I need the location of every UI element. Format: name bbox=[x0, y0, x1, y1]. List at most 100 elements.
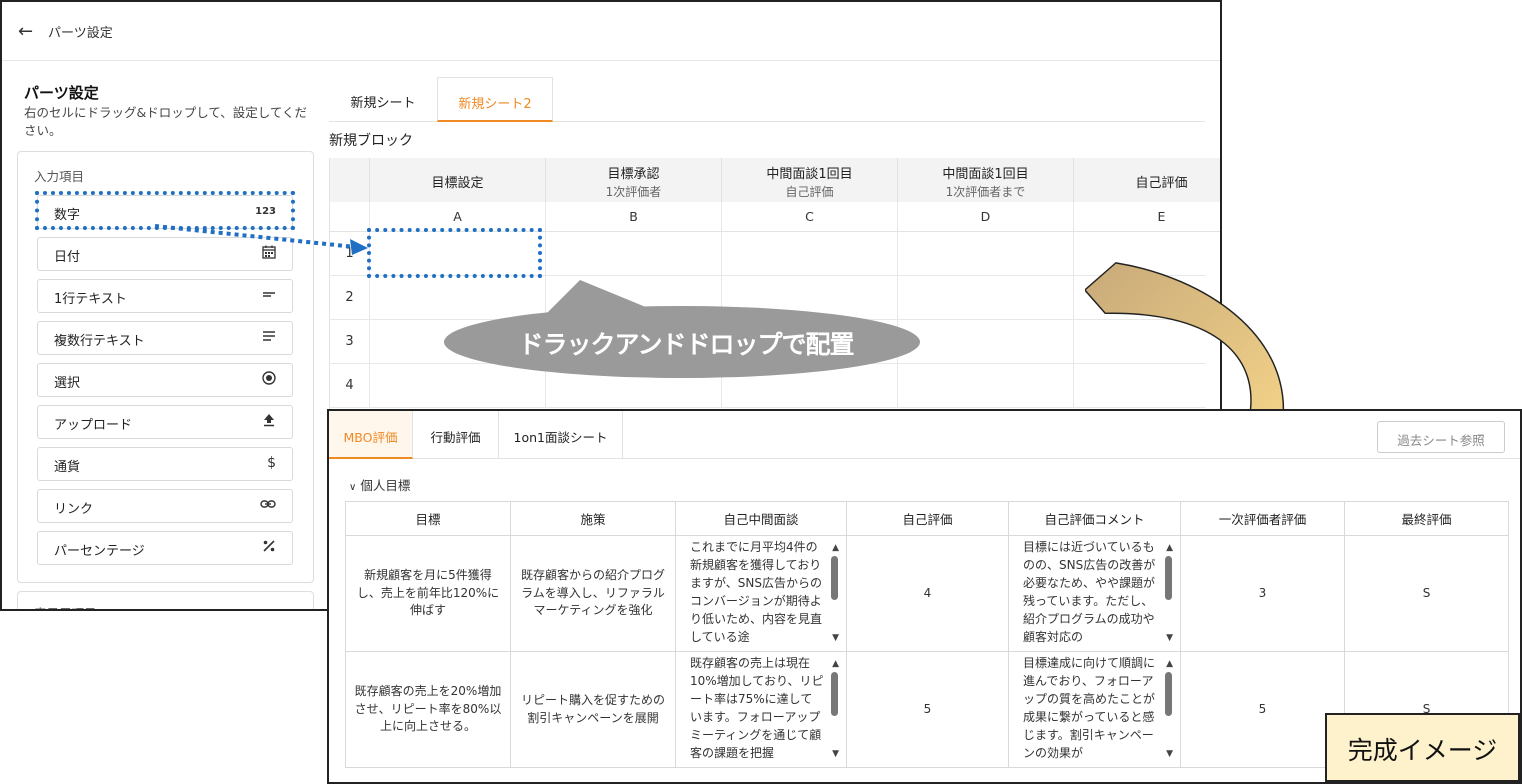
input-parts-label: 入力項目 bbox=[34, 169, 85, 184]
part-label: 選択 bbox=[54, 376, 81, 391]
table-header: 最終評価 bbox=[1344, 501, 1509, 536]
part-upload[interactable]: アップロード bbox=[37, 405, 293, 439]
part-multiline-text[interactable]: 複数行テキスト bbox=[37, 321, 293, 355]
table-header: 施策 bbox=[510, 501, 676, 536]
column-subtitle: 自己評価 bbox=[785, 185, 834, 199]
section-title: 個人目標 bbox=[360, 478, 411, 493]
top-bar: ← パーツ設定 bbox=[2, 2, 1220, 61]
grid-corner bbox=[330, 158, 370, 202]
interview-cell[interactable]: これまでに月平均4件の新規顧客を獲得しておりますが、SNS広告からのコンバージョ… bbox=[675, 535, 847, 652]
drag-arrow-icon bbox=[154, 224, 368, 255]
column-letter: E bbox=[1074, 202, 1220, 232]
scroll-up-icon[interactable]: ▲ bbox=[1166, 540, 1173, 558]
scroll-down-icon[interactable]: ▼ bbox=[1166, 630, 1173, 648]
row-number: 3 bbox=[330, 320, 370, 364]
goal-cell: 既存顧客の売上を20%増加させ、リピート率を80%以上に向上させる。 bbox=[345, 651, 511, 768]
back-arrow-icon[interactable]: ← bbox=[18, 21, 33, 42]
row-number: 2 bbox=[330, 276, 370, 320]
column-title: 中間面談1回目 bbox=[766, 167, 853, 182]
tab-new-sheet[interactable]: 新規シート bbox=[329, 77, 437, 122]
row-number: 4 bbox=[330, 364, 370, 408]
percent-icon bbox=[262, 539, 276, 557]
table-header: 自己評価 bbox=[846, 501, 1009, 536]
part-select[interactable]: 選択 bbox=[37, 363, 293, 397]
column-letter: C bbox=[722, 202, 898, 232]
topbar-title: パーツ設定 bbox=[48, 26, 113, 41]
scroll-up-icon[interactable]: ▲ bbox=[832, 656, 839, 674]
first-evaluator-cell: 3 bbox=[1180, 535, 1345, 652]
part-label: 複数行テキスト bbox=[54, 334, 145, 349]
scrollbar-thumb[interactable] bbox=[831, 556, 838, 600]
interview-text: これまでに月平均4件の新規顧客を獲得しておりますが、SNS広告からのコンバージョ… bbox=[690, 540, 823, 644]
measure-cell: 既存顧客からの紹介プログラムを導入し、リファラルマーケティングを強化 bbox=[510, 535, 676, 652]
multiline-text-icon bbox=[262, 329, 276, 347]
column-header[interactable]: 目標設定 bbox=[370, 158, 546, 202]
completion-label: 完成イメージ bbox=[1325, 713, 1520, 782]
column-header[interactable]: 目標承認 1次評価者 bbox=[546, 158, 722, 202]
part-link[interactable]: リンク bbox=[37, 489, 293, 523]
interview-cell[interactable]: 既存顧客の売上は現在10%増加しており、リピート率は75%に達しています。フォロ… bbox=[675, 651, 847, 768]
chevron-down-icon: ∨ bbox=[349, 482, 357, 493]
table-header: 自己中間面談 bbox=[675, 501, 847, 536]
part-label: 通貨 bbox=[54, 460, 81, 475]
callout-text: ドラックアンドドロップで配置 bbox=[518, 330, 854, 359]
panel-description: 右のセルにドラッグ&ドロップして、設定してください。 bbox=[24, 105, 307, 138]
part-label: 日付 bbox=[54, 250, 81, 265]
part-single-line-text[interactable]: 1行テキスト bbox=[37, 279, 293, 313]
panel-title: パーツ設定 bbox=[24, 84, 99, 102]
evaluation-tabs: MBO評価 行動評価 1on1面談シート bbox=[329, 411, 1520, 459]
column-letter: D bbox=[898, 202, 1074, 232]
scrollbar-thumb[interactable] bbox=[1165, 672, 1172, 716]
self-comment-cell[interactable]: 目標には近づいているものの、SNS広告の改善が必要なため、やや課題が残っています… bbox=[1008, 535, 1181, 652]
sheet-tabs: 新規シート 新規シート2 bbox=[329, 77, 1205, 122]
self-comment-text: 目標達成に向けて順調に進んでおり、フォローアップの質を高めたことが成果に繋がって… bbox=[1023, 656, 1156, 760]
column-header[interactable]: 中間面談1回目 1次評価者まで bbox=[898, 158, 1074, 202]
scrollbar-thumb[interactable] bbox=[1165, 556, 1172, 600]
scroll-down-icon[interactable]: ▼ bbox=[832, 630, 839, 648]
column-header[interactable]: 中間面談1回目 自己評価 bbox=[722, 158, 898, 202]
table-header-row: 目標 施策 自己中間面談 自己評価 自己評価コメント 一次評価者評価 最終評価 bbox=[345, 501, 1509, 536]
tab-behavior[interactable]: 行動評価 bbox=[413, 411, 499, 459]
tab-new-sheet-2[interactable]: 新規シート2 bbox=[437, 77, 553, 122]
column-letter: B bbox=[546, 202, 722, 232]
self-comment-text: 目標には近づいているものの、SNS広告の改善が必要なため、やや課題が残っています… bbox=[1023, 540, 1156, 644]
part-currency[interactable]: 通貨 $ bbox=[37, 447, 293, 481]
goal-cell: 新規顧客を月に5件獲得し、売上を前年比120%に伸ばす bbox=[345, 535, 511, 652]
scrollbar-thumb[interactable] bbox=[831, 672, 838, 716]
scroll-down-icon[interactable]: ▼ bbox=[1166, 746, 1173, 764]
dollar-icon: $ bbox=[267, 455, 276, 471]
scroll-up-icon[interactable]: ▲ bbox=[1166, 656, 1173, 674]
display-parts-label: 表示用項目 bbox=[34, 603, 97, 609]
scroll-down-icon[interactable]: ▼ bbox=[832, 746, 839, 764]
column-subtitle: 1次評価者まで bbox=[945, 185, 1026, 199]
final-evaluation-cell: S bbox=[1344, 535, 1509, 652]
table-row: 新規顧客を月に5件獲得し、売上を前年比120%に伸ばす 既存顧客からの紹介プログ… bbox=[345, 535, 1509, 652]
radio-icon bbox=[262, 371, 276, 389]
table-header: 一次評価者評価 bbox=[1180, 501, 1345, 536]
first-evaluator-cell: 5 bbox=[1180, 651, 1345, 768]
short-text-icon bbox=[262, 287, 276, 305]
table-header: 目標 bbox=[345, 501, 511, 536]
column-title: 自己評価 bbox=[1135, 176, 1188, 191]
part-label: リンク bbox=[54, 502, 94, 517]
self-score-cell: 5 bbox=[846, 651, 1009, 768]
column-subtitle: 1次評価者 bbox=[605, 185, 662, 199]
tab-1on1[interactable]: 1on1面談シート bbox=[499, 411, 623, 459]
column-title: 目標設定 bbox=[431, 176, 484, 191]
link-icon bbox=[260, 497, 276, 515]
block-title: 新規ブロック bbox=[329, 133, 413, 149]
scroll-up-icon[interactable]: ▲ bbox=[832, 540, 839, 558]
past-sheet-button[interactable]: 過去シート参照 bbox=[1377, 421, 1505, 453]
section-toggle[interactable]: ∨ 個人目標 bbox=[349, 475, 410, 494]
column-header[interactable]: 自己評価 bbox=[1074, 158, 1220, 202]
part-percentage[interactable]: パーセンテージ bbox=[37, 531, 293, 565]
column-title: 中間面談1回目 bbox=[942, 167, 1029, 182]
self-comment-cell[interactable]: 目標達成に向けて順調に進んでおり、フォローアップの質を高めたことが成果に繋がって… bbox=[1008, 651, 1181, 768]
part-label: パーセンテージ bbox=[54, 544, 145, 559]
measure-cell: リピート購入を促すための割引キャンペーンを展開 bbox=[510, 651, 676, 768]
column-title: 目標承認 bbox=[607, 167, 660, 182]
upload-icon bbox=[262, 413, 276, 431]
self-score-cell: 4 bbox=[846, 535, 1009, 652]
part-label: 1行テキスト bbox=[54, 292, 127, 307]
tab-mbo[interactable]: MBO評価 bbox=[329, 411, 413, 459]
